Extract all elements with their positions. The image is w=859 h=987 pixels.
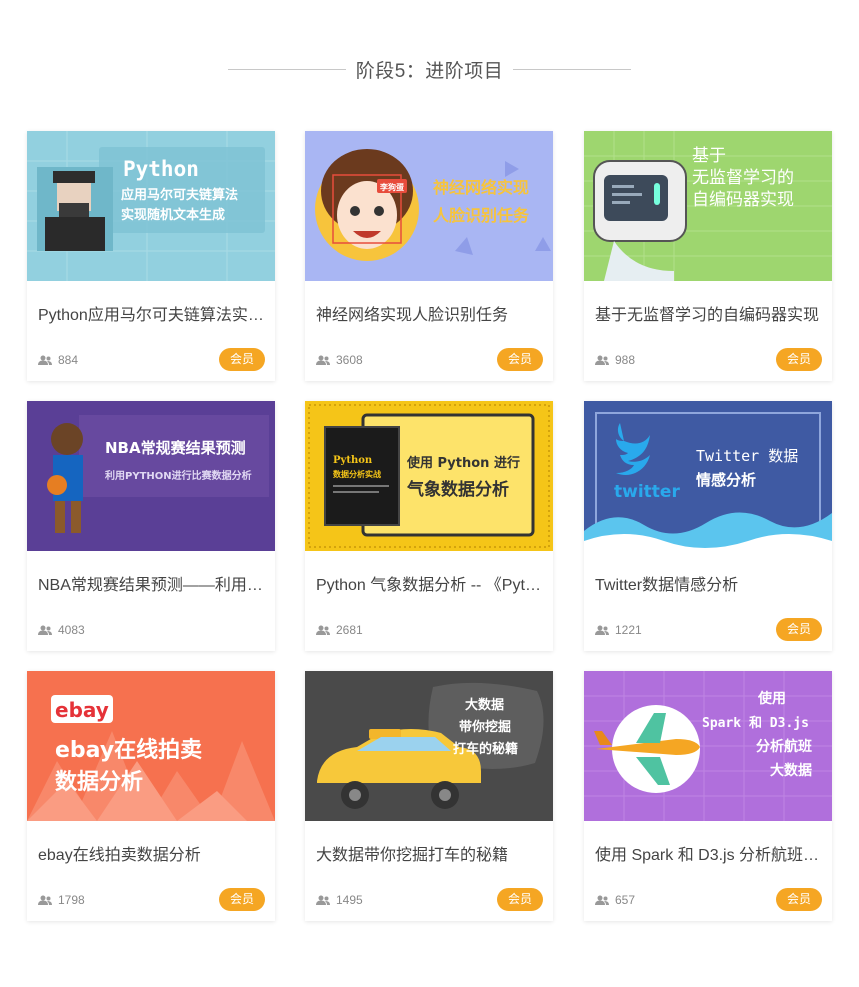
student-count: 884 — [38, 353, 78, 367]
course-thumbnail[interactable]: NBA常规赛结果预测 利用PYTHON进行比赛数据分析 — [27, 401, 275, 551]
course-card[interactable]: ebay ebay在线拍卖 数据分析 ebay在线拍卖数据分析 1798 会员 — [27, 671, 275, 921]
ebay-logo: ebay — [55, 698, 109, 722]
users-icon — [38, 355, 52, 365]
thumb-text: 无监督学习的 — [692, 168, 794, 188]
member-badge: 会员 — [775, 618, 822, 641]
student-count: 988 — [595, 353, 635, 367]
course-card[interactable]: 使用 Spark 和 D3.js 分析航班 大数据 使用 Spark 和 D3.… — [584, 671, 832, 921]
thumb-text: 利用PYTHON进行比赛数据分析 — [105, 469, 252, 482]
thumb-text: 自编码器实现 — [692, 190, 794, 210]
thumb-text: Twitter 数据 — [696, 447, 798, 465]
thumb-text: NBA常规赛结果预测 — [105, 439, 246, 457]
course-title[interactable]: Python 气象数据分析 -- 《Python 数据分析实战》 — [316, 571, 544, 595]
thumb-text: 使用 Python 进行 — [406, 455, 520, 471]
student-count-value: 2681 — [336, 623, 363, 637]
course-card[interactable]: Python 数据分析实战 使用 Python 进行 气象数据分析 Python… — [305, 401, 553, 651]
thumb-text: 使用 — [757, 690, 786, 707]
users-icon — [595, 355, 609, 365]
student-count-value: 1221 — [615, 623, 642, 637]
student-count-value: 657 — [615, 893, 636, 907]
student-count-value: 884 — [58, 353, 79, 367]
section-header: 阶段5：进阶项目 — [0, 54, 859, 84]
thumb-text: 情感分析 — [696, 471, 756, 489]
student-count: 1798 — [38, 893, 85, 907]
member-badge: 会员 — [496, 888, 543, 911]
student-count: 3608 — [316, 353, 363, 367]
thumb-text: 大数据 — [770, 762, 812, 779]
course-title[interactable]: Python应用马尔可夫链算法实现随机文本生成 — [38, 301, 266, 325]
thumb-text: Spark 和 D3.js — [702, 715, 809, 731]
member-badge: 会员 — [496, 348, 543, 371]
users-icon — [38, 625, 52, 635]
member-badge: 会员 — [218, 888, 265, 911]
divider-left — [227, 68, 346, 70]
course-thumbnail[interactable]: Python 应用马尔可夫链算法 实现随机文本生成 — [27, 131, 275, 281]
thumb-text: 基于 — [692, 146, 726, 166]
course-card[interactable]: NBA常规赛结果预测 利用PYTHON进行比赛数据分析 NBA常规赛结果预测——… — [27, 401, 275, 651]
student-count-value: 3608 — [336, 353, 363, 367]
users-icon — [38, 895, 52, 905]
thumb-text: 人脸识别任务 — [433, 206, 530, 225]
course-card[interactable]: 基于 无监督学习的 自编码器实现 基于无监督学习的自编码器实现 988 会员 — [584, 131, 832, 381]
users-icon — [316, 895, 330, 905]
divider-right — [513, 68, 632, 70]
student-count: 1495 — [316, 893, 363, 907]
course-card[interactable]: Python 应用马尔可夫链算法 实现随机文本生成 Python应用马尔可夫链算… — [27, 131, 275, 381]
course-title[interactable]: ebay在线拍卖数据分析 — [38, 841, 266, 865]
thumb-text: 带你挖掘 — [459, 719, 511, 735]
thumb-text: Python — [333, 455, 373, 466]
thumb-text: 数据分析 — [55, 769, 143, 795]
student-count: 657 — [595, 893, 635, 907]
member-badge: 会员 — [775, 888, 822, 911]
student-count-value: 1495 — [336, 893, 363, 907]
thumb-text: Python — [123, 157, 199, 181]
thumb-text: 神经网络实现 — [433, 178, 529, 197]
student-count: 1221 — [595, 623, 642, 637]
thumb-text: 实现随机文本生成 — [121, 207, 225, 223]
course-thumbnail[interactable]: 使用 Spark 和 D3.js 分析航班 大数据 — [584, 671, 832, 821]
users-icon — [316, 355, 330, 365]
course-title[interactable]: 基于无监督学习的自编码器实现 — [595, 301, 823, 325]
thumb-text: 大数据 — [465, 697, 504, 713]
student-count-value: 4083 — [58, 623, 85, 637]
thumb-text: 分析航班 — [756, 738, 812, 755]
student-count: 4083 — [38, 623, 85, 637]
thumb-text: 数据分析实战 — [333, 469, 381, 479]
section-title: 阶段5：进阶项目 — [355, 60, 504, 82]
course-card[interactable]: 李狗蛋 神经网络实现 人脸识别任务 神经网络实现人脸识别任务 3608 会员 — [305, 131, 553, 381]
member-badge: 会员 — [218, 348, 265, 371]
course-thumbnail[interactable]: 李狗蛋 神经网络实现 人脸识别任务 — [305, 131, 553, 281]
member-badge: 会员 — [775, 348, 822, 371]
student-count-value: 988 — [615, 353, 636, 367]
course-title[interactable]: 大数据带你挖掘打车的秘籍 — [316, 841, 544, 865]
student-count: 2681 — [316, 623, 363, 637]
course-thumbnail[interactable]: twitter Twitter 数据 情感分析 — [584, 401, 832, 551]
course-thumbnail[interactable]: 大数据 带你挖掘 打车的秘籍 — [305, 671, 553, 821]
course-title[interactable]: Twitter数据情感分析 — [595, 571, 823, 595]
thumb-text: ebay在线拍卖 — [55, 737, 202, 763]
thumb-text: 应用马尔可夫链算法 — [121, 187, 238, 203]
thumb-text: 打车的秘籍 — [453, 741, 518, 757]
users-icon — [316, 625, 330, 635]
course-thumbnail[interactable]: ebay ebay在线拍卖 数据分析 — [27, 671, 275, 821]
users-icon — [595, 895, 609, 905]
course-card[interactable]: 大数据 带你挖掘 打车的秘籍 大数据带你挖掘打车的秘籍 1495 会员 — [305, 671, 553, 921]
course-thumbnail[interactable]: Python 数据分析实战 使用 Python 进行 气象数据分析 — [305, 401, 553, 551]
course-card[interactable]: twitter Twitter 数据 情感分析 Twitter数据情感分析 12… — [584, 401, 832, 651]
course-title[interactable]: 神经网络实现人脸识别任务 — [316, 301, 544, 325]
thumb-text: 气象数据分析 — [406, 479, 509, 500]
course-thumbnail[interactable]: 基于 无监督学习的 自编码器实现 — [584, 131, 832, 281]
twitter-logo: twitter — [614, 482, 680, 502]
users-icon — [595, 625, 609, 635]
course-title[interactable]: NBA常规赛结果预测——利用Python进行比赛数据分析 — [38, 571, 266, 595]
course-title[interactable]: 使用 Spark 和 D3.js 分析航班大数据 — [595, 841, 823, 865]
student-count-value: 1798 — [58, 893, 85, 907]
thumb-tag: 李狗蛋 — [379, 182, 404, 192]
